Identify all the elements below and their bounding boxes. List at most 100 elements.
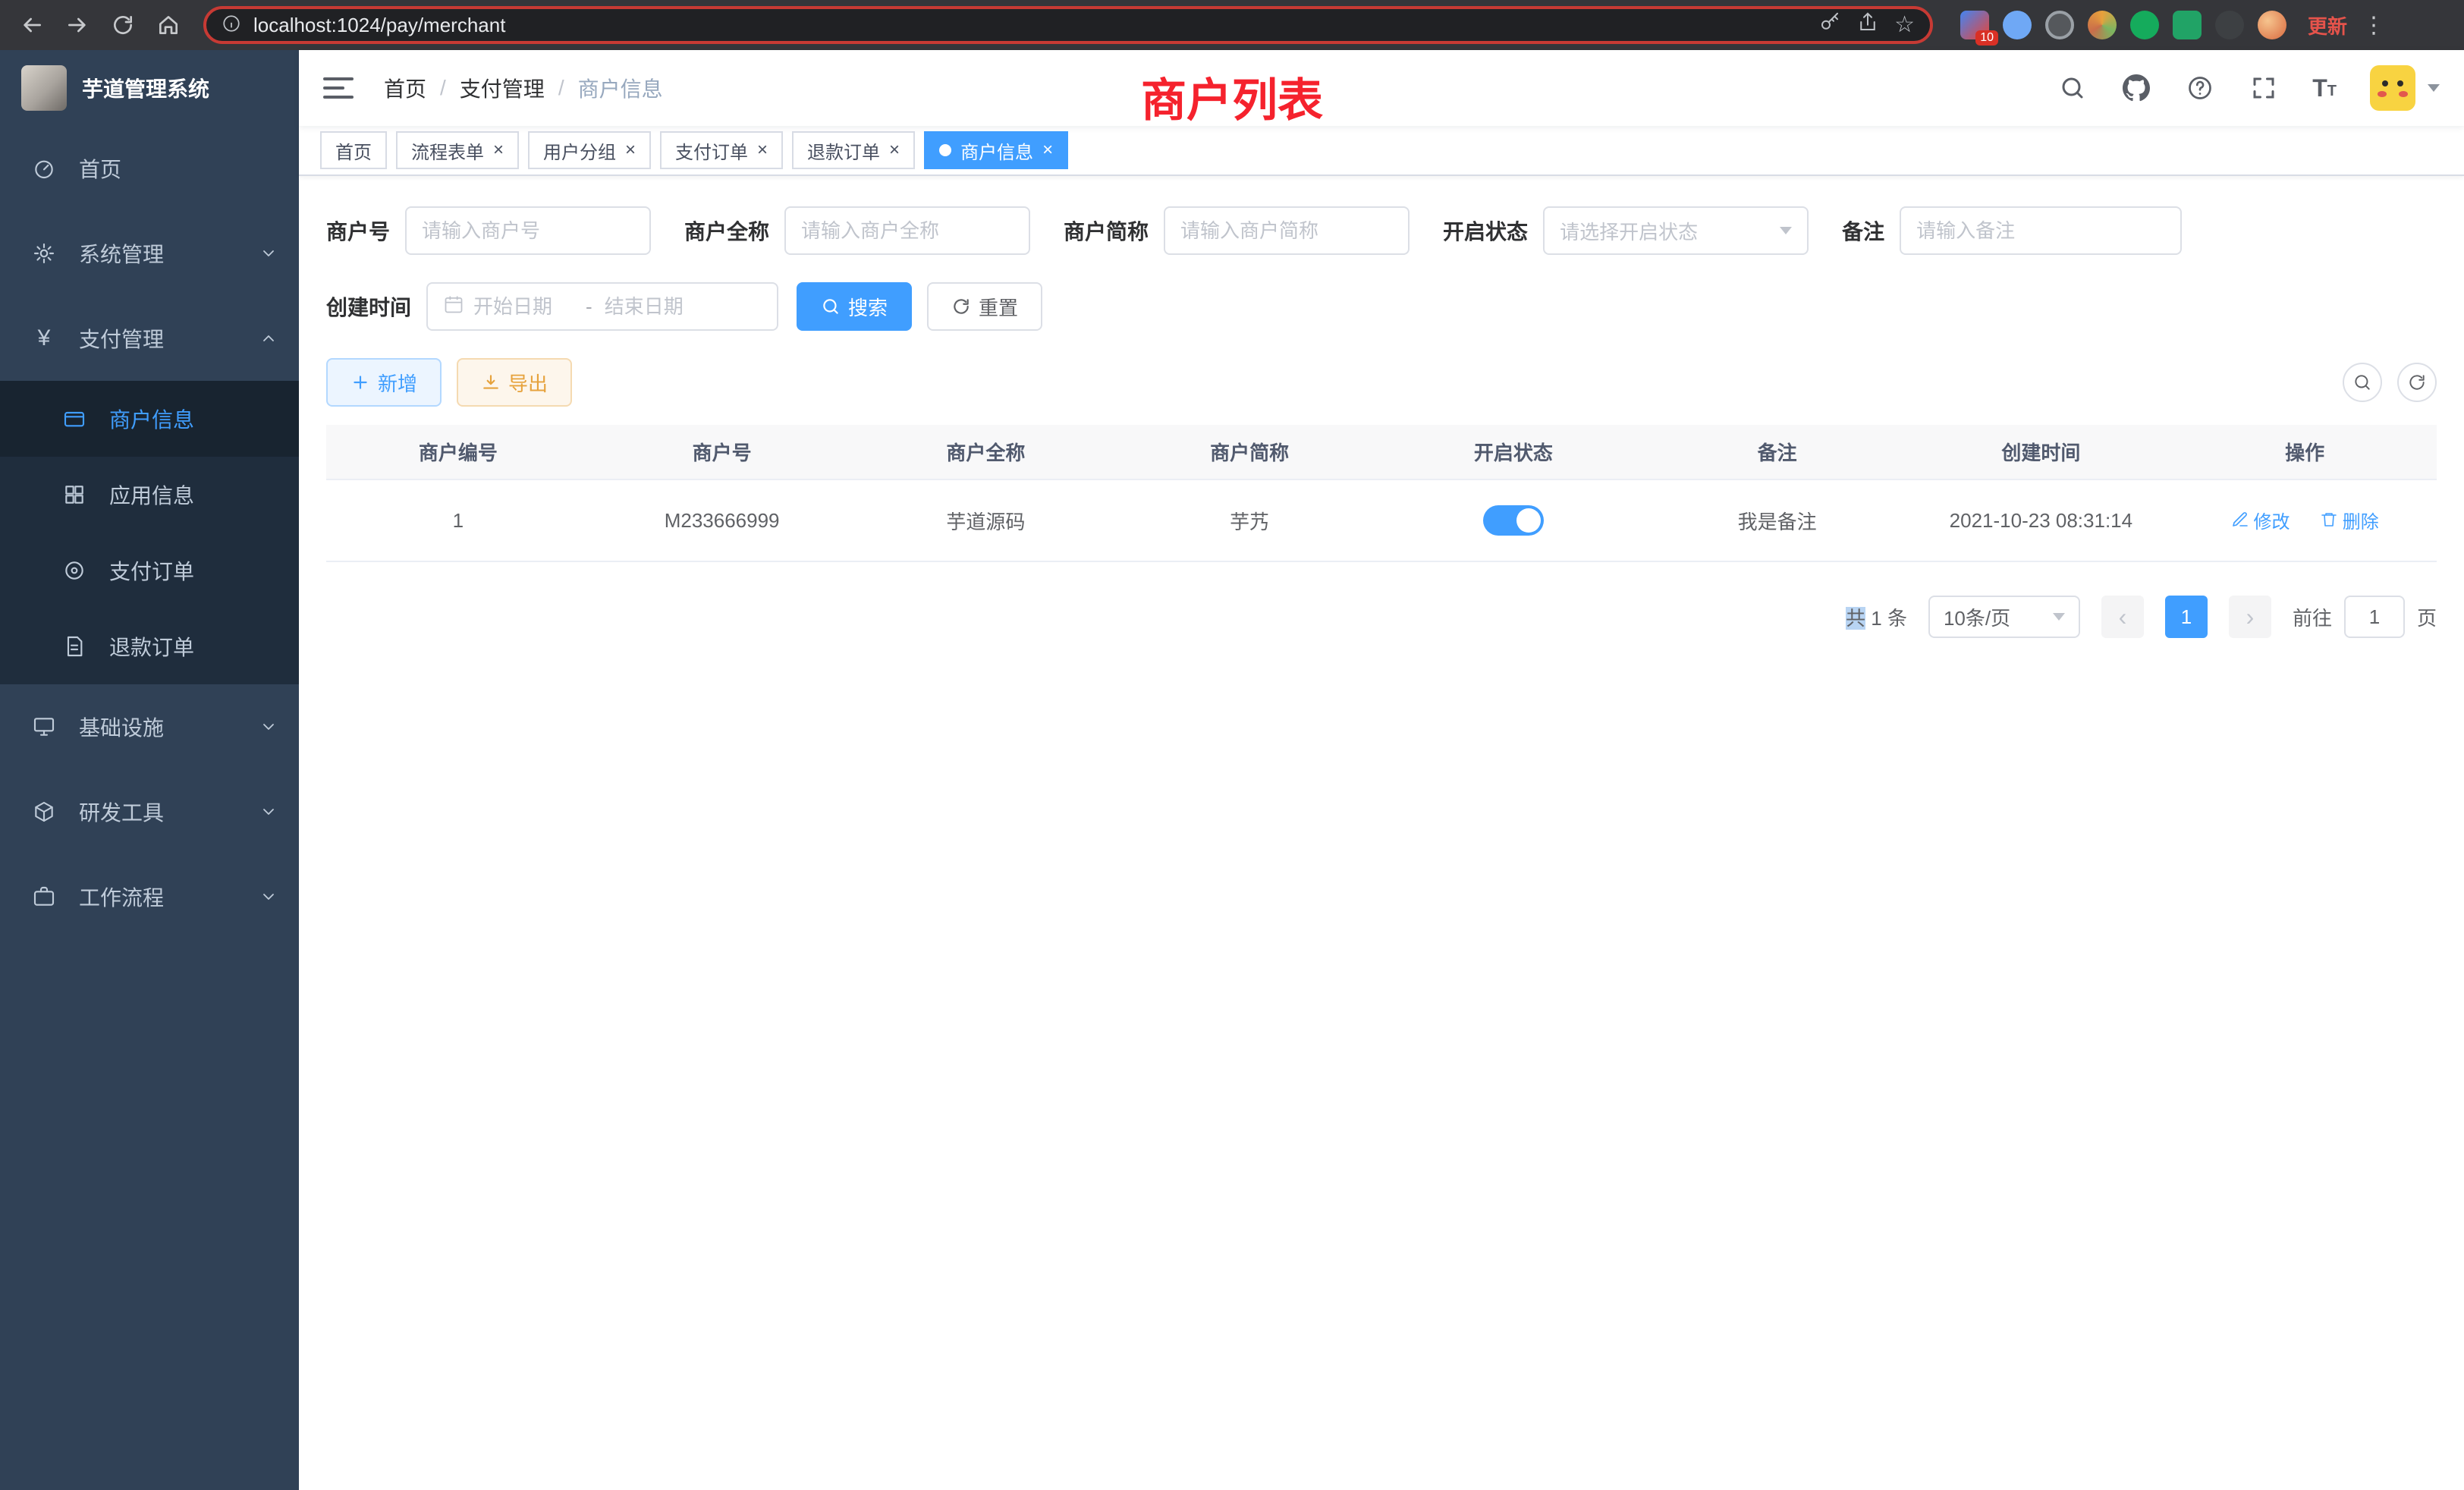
toggle-search-icon[interactable] xyxy=(2343,363,2382,402)
tab-pay-order[interactable]: 支付订单 × xyxy=(660,131,783,169)
prev-page-button[interactable]: ‹ xyxy=(2101,596,2144,638)
page-1-button[interactable]: 1 xyxy=(2165,596,2208,638)
sidebar-item-label: 应用信息 xyxy=(109,479,194,510)
breadcrumb-payment[interactable]: 支付管理 xyxy=(460,73,545,103)
reset-button[interactable]: 重置 xyxy=(927,282,1042,331)
extension-icon-3[interactable] xyxy=(2045,11,2074,39)
page-size-value: 10条/页 xyxy=(1944,603,2010,631)
breadcrumb-separator: / xyxy=(440,76,446,100)
forward-icon[interactable] xyxy=(58,5,97,45)
next-page-button[interactable]: › xyxy=(2229,596,2271,638)
extension-icon-7[interactable] xyxy=(2215,11,2244,39)
tab-home[interactable]: 首页 xyxy=(320,131,387,169)
merchant-table: 商户编号 商户号 商户全称 商户简称 开启状态 备注 创建时间 操作 1 xyxy=(326,425,2437,562)
add-button[interactable]: 新增 xyxy=(326,358,442,407)
monitor-icon xyxy=(30,713,58,740)
close-icon[interactable]: × xyxy=(757,141,768,159)
sidebar-item-app-info[interactable]: 应用信息 xyxy=(0,457,299,533)
total-rest-text: 1 条 xyxy=(1865,607,1907,630)
extension-icon-1[interactable]: 10 xyxy=(1960,11,1989,39)
sidebar-item-payment[interactable]: ¥ 支付管理 xyxy=(0,296,299,381)
close-icon[interactable]: × xyxy=(493,141,504,159)
key-icon[interactable] xyxy=(1818,11,1841,39)
extension-icon-2[interactable] xyxy=(2003,11,2032,39)
tab-merchant-info[interactable]: 商户信息 × xyxy=(924,131,1068,169)
remark-input[interactable] xyxy=(1916,219,2165,243)
tab-refund-order[interactable]: 退款订单 × xyxy=(792,131,915,169)
status-select[interactable]: 请选择开启状态 xyxy=(1543,206,1809,255)
extension-icon-4[interactable] xyxy=(2088,11,2117,39)
sidebar-item-infrastructure[interactable]: 基础设施 xyxy=(0,684,299,769)
sidebar-item-system[interactable]: 系统管理 xyxy=(0,211,299,296)
logo-image xyxy=(21,65,67,111)
browser-toolbar: localhost:1024/pay/merchant ☆ 10 xyxy=(0,0,2464,50)
sidebar-toggle-icon[interactable] xyxy=(323,71,357,105)
sidebar-item-refund-order[interactable]: 退款订单 xyxy=(0,608,299,684)
delete-button[interactable]: 删除 xyxy=(2320,507,2379,533)
address-bar[interactable]: localhost:1024/pay/merchant ☆ xyxy=(203,6,1933,44)
extension-icon-5[interactable] xyxy=(2130,11,2159,39)
create-time-range-picker[interactable]: - xyxy=(426,282,778,331)
merchant-no-input[interactable] xyxy=(422,219,634,243)
chevron-down-icon xyxy=(259,244,278,262)
header-search-icon[interactable] xyxy=(2057,73,2088,103)
sidebar-item-merchant-info[interactable]: 商户信息 xyxy=(0,381,299,457)
goto-page-input[interactable] xyxy=(2344,596,2405,638)
tab-label: 支付订单 xyxy=(675,137,748,164)
bookmark-star-icon[interactable]: ☆ xyxy=(1894,14,1915,36)
cell-merchant-name: 芋道源码 xyxy=(854,479,1118,561)
end-date-input[interactable] xyxy=(605,295,705,319)
tab-user-group[interactable]: 用户分组 × xyxy=(528,131,651,169)
edit-button[interactable]: 修改 xyxy=(2231,507,2290,533)
fullscreen-icon[interactable] xyxy=(2249,73,2279,103)
chevron-down-icon xyxy=(259,718,278,736)
back-icon[interactable] xyxy=(12,5,52,45)
tab-process-form[interactable]: 流程表单 × xyxy=(396,131,519,169)
merchant-short-input[interactable] xyxy=(1180,219,1393,243)
merchant-name-input-wrap xyxy=(784,206,1030,255)
extension-icon-8[interactable] xyxy=(2258,11,2286,39)
sidebar-item-workflow[interactable]: 工作流程 xyxy=(0,854,299,939)
page-info-icon[interactable] xyxy=(222,11,241,39)
close-icon[interactable]: × xyxy=(889,141,900,159)
search-button[interactable]: 搜索 xyxy=(797,282,912,331)
font-size-icon[interactable]: TT xyxy=(2312,76,2337,100)
create-time-label: 创建时间 xyxy=(326,291,411,322)
sidebar-item-pay-order[interactable]: 支付订单 xyxy=(0,533,299,608)
date-range-separator: - xyxy=(583,295,596,319)
pagination-jumper: 前往 页 xyxy=(2293,596,2437,638)
export-button[interactable]: 导出 xyxy=(457,358,572,407)
sidebar-item-label: 退款订单 xyxy=(109,631,194,662)
export-button-label: 导出 xyxy=(508,369,548,397)
refresh-icon[interactable] xyxy=(2397,363,2437,402)
start-date-input[interactable] xyxy=(473,295,574,319)
grid-icon xyxy=(61,481,88,508)
close-icon[interactable]: × xyxy=(1042,141,1053,159)
extension-icon-6[interactable] xyxy=(2173,11,2202,39)
user-avatar xyxy=(2370,65,2415,111)
sidebar-item-devtools[interactable]: 研发工具 xyxy=(0,769,299,854)
breadcrumb-home[interactable]: 首页 xyxy=(384,73,426,103)
help-icon[interactable] xyxy=(2185,73,2215,103)
sidebar-item-label: 首页 xyxy=(79,153,121,184)
close-icon[interactable]: × xyxy=(625,141,636,159)
user-menu[interactable] xyxy=(2370,65,2440,111)
page-size-select[interactable]: 10条/页 xyxy=(1928,596,2080,638)
tab-label: 退款订单 xyxy=(807,137,880,164)
app-logo[interactable]: 芋道管理系统 xyxy=(0,50,299,126)
home-icon[interactable] xyxy=(149,5,188,45)
gear-icon xyxy=(30,240,58,267)
sidebar-item-home[interactable]: 首页 xyxy=(0,126,299,211)
browser-menu-icon[interactable]: ⋮ xyxy=(2362,12,2384,39)
github-icon[interactable] xyxy=(2121,73,2151,103)
url-text[interactable]: localhost:1024/pay/merchant xyxy=(253,14,1806,37)
chrome-update-button[interactable]: 更新 xyxy=(2308,11,2347,39)
chevron-down-icon xyxy=(259,888,278,906)
sidebar-item-label: 基础设施 xyxy=(79,712,164,742)
share-icon[interactable] xyxy=(1856,11,1879,39)
merchant-name-label: 商户全称 xyxy=(684,215,769,246)
merchant-name-input[interactable] xyxy=(801,219,1014,243)
reload-icon[interactable] xyxy=(103,5,143,45)
status-toggle[interactable] xyxy=(1483,505,1544,536)
yen-icon: ¥ xyxy=(30,325,58,352)
